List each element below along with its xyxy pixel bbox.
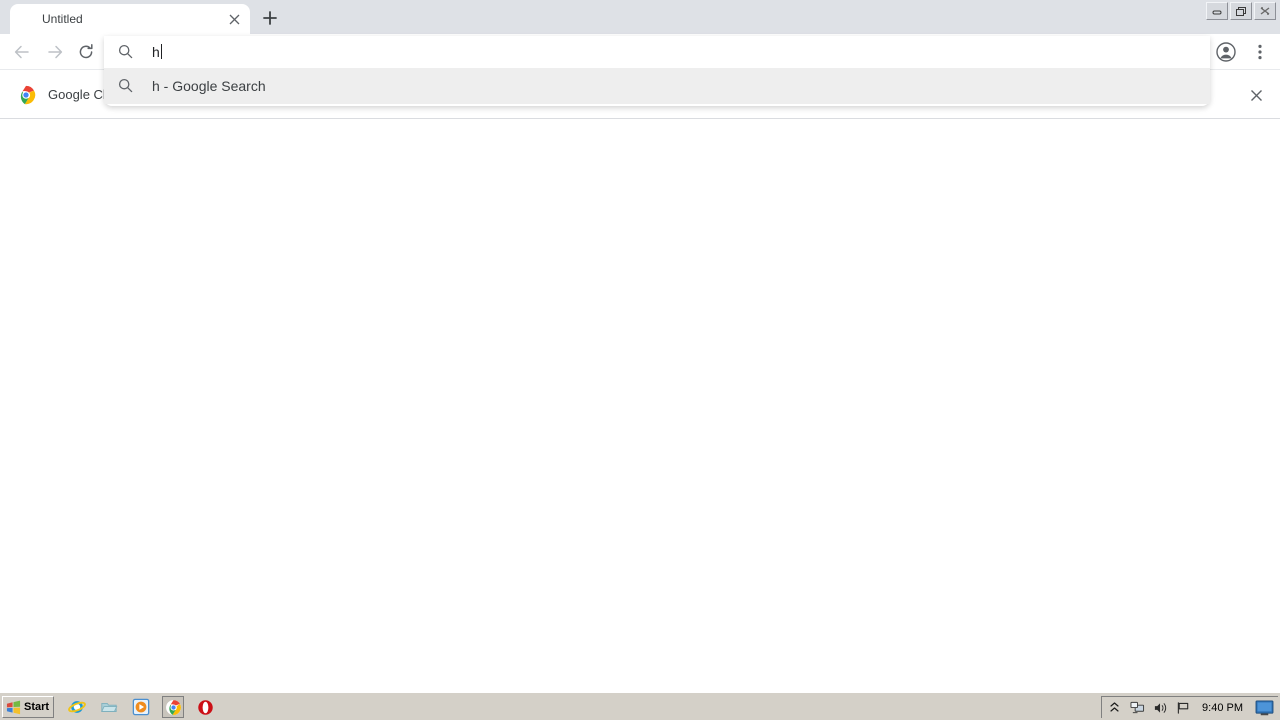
- media-player-icon[interactable]: [130, 696, 152, 718]
- avatar-icon[interactable]: [1214, 40, 1238, 64]
- opera-icon[interactable]: [194, 696, 216, 718]
- system-tray: 9:40 PM: [1101, 696, 1278, 718]
- volume-icon[interactable]: [1152, 700, 1168, 716]
- plus-icon: [263, 11, 277, 25]
- show-desktop-folder-icon[interactable]: [98, 696, 120, 718]
- more-menu-icon[interactable]: [1248, 40, 1272, 64]
- quick-launch-bar: [66, 696, 216, 718]
- reload-icon[interactable]: [74, 40, 98, 64]
- network-icon[interactable]: [1129, 700, 1145, 716]
- infobar-message: Google Ch: [48, 87, 111, 102]
- omnibox-value: h: [152, 44, 160, 60]
- windows-taskbar: Start 9:40 PM: [0, 692, 1280, 720]
- start-button[interactable]: Start: [2, 696, 54, 718]
- suggestion-label: h - Google Search: [152, 78, 266, 94]
- restore-icon[interactable]: [1230, 2, 1252, 20]
- chrome-browser-window: Untitled Google Ch h h - Google Search: [0, 0, 1280, 692]
- tab-strip: Untitled: [0, 0, 1280, 34]
- omnibox-suggestion-row[interactable]: h - Google Search: [104, 68, 1210, 104]
- forward-icon[interactable]: [43, 40, 67, 64]
- page-viewport: ANY RUN: [0, 119, 1280, 692]
- search-icon: [118, 78, 134, 94]
- show-desktop-icon[interactable]: [1254, 699, 1274, 717]
- flag-icon[interactable]: [1175, 700, 1191, 716]
- omnibox-input-row[interactable]: h: [104, 36, 1210, 68]
- close-icon[interactable]: [1254, 2, 1276, 20]
- internet-explorer-icon[interactable]: [66, 696, 88, 718]
- back-icon[interactable]: [10, 40, 34, 64]
- chevron-expand-icon[interactable]: [1106, 700, 1122, 716]
- browser-tab[interactable]: Untitled: [10, 4, 250, 34]
- search-icon: [118, 44, 134, 60]
- minimize-icon[interactable]: [1206, 2, 1228, 20]
- clock-label[interactable]: 9:40 PM: [1198, 702, 1247, 714]
- window-caption-buttons: [1206, 2, 1276, 20]
- google-chrome-icon[interactable]: [162, 696, 184, 718]
- start-label: Start: [24, 701, 50, 713]
- text-caret: [160, 44, 162, 59]
- omnibox-dropdown: h h - Google Search: [104, 36, 1210, 106]
- omnibox-input[interactable]: h: [152, 44, 162, 60]
- windows-flag-icon: [6, 700, 21, 714]
- screen: Untitled Google Ch h h - Google Search S…: [0, 0, 1280, 720]
- toolbar-right-actions: [1214, 40, 1272, 64]
- tab-title: Untitled: [42, 12, 83, 26]
- close-icon[interactable]: [226, 11, 242, 27]
- chrome-logo-icon: [16, 85, 36, 105]
- close-icon[interactable]: [1246, 85, 1266, 105]
- new-tab-button[interactable]: [260, 8, 280, 28]
